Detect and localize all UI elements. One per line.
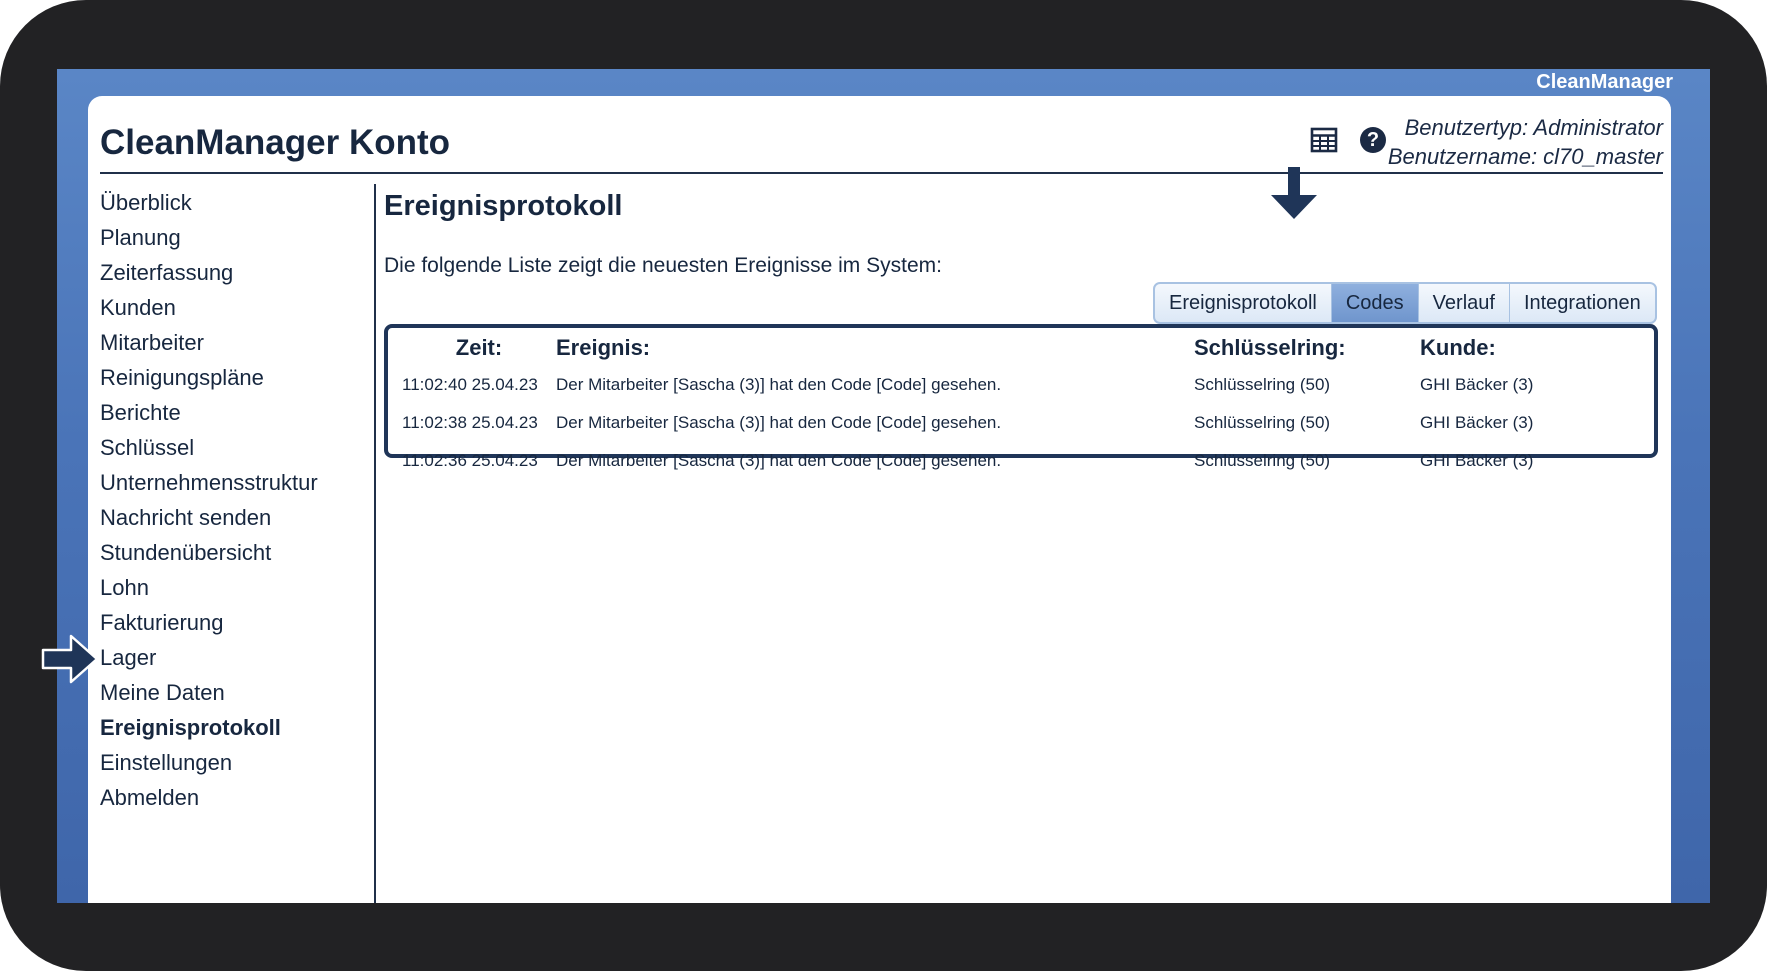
- intro-text: Die folgende Liste zeigt die neuesten Er…: [384, 254, 942, 277]
- tab-ereignisprotokoll[interactable]: Ereignisprotokoll: [1155, 284, 1331, 322]
- cell-event: Der Mitarbeiter [Sascha (3)] hat den Cod…: [556, 375, 1002, 394]
- tab-codes[interactable]: Codes: [1330, 284, 1418, 322]
- sidebar-item-nachricht-senden[interactable]: Nachricht senden: [100, 500, 360, 535]
- sidebar-divider: [374, 184, 376, 903]
- cell-time: 11:02:36 25.04.23: [402, 451, 538, 470]
- sidebar-item-lohn[interactable]: Lohn: [100, 570, 360, 605]
- table-row[interactable]: 11:02:36 25.04.23 Der Mitarbeiter [Sascha…: [388, 442, 1654, 480]
- sidebar-item-lager[interactable]: Lager: [100, 640, 360, 675]
- sidebar-nav: Überblick Planung Zeiterfassung Kunden Mitar…: [100, 185, 360, 815]
- sidebar-item-einstellungen[interactable]: Einstellungen: [100, 745, 360, 780]
- sidebar-item-fakturierung[interactable]: Fakturierung: [100, 605, 360, 640]
- user-type: Benutzertyp: Administrator: [1404, 115, 1663, 140]
- events-table: Zeit: Ereignis: Schlüsselring: Kunde: 11…: [384, 324, 1658, 470]
- sidebar-item-reinigungsplaene[interactable]: Reinigungspläne: [100, 360, 360, 395]
- column-header-customer: Kunde:: [1420, 335, 1496, 360]
- page-title: CleanManager Konto: [100, 123, 451, 162]
- sidebar-item-mitarbeiter[interactable]: Mitarbeiter: [100, 325, 360, 360]
- sidebar-item-unternehmensstruktur[interactable]: Unternehmensstruktur: [100, 465, 360, 500]
- arrow-down-icon: [1271, 167, 1317, 219]
- column-header-time: Zeit:: [455, 335, 503, 360]
- cell-time: 11:02:40 25.04.23: [402, 375, 538, 394]
- cell-event: Der Mitarbeiter [Sascha (3)] hat den Cod…: [556, 413, 1002, 432]
- header-divider: [100, 172, 1663, 174]
- table-row[interactable]: 11:02:40 25.04.23 Der Mitarbeiter [Sascha…: [388, 366, 1654, 404]
- column-header-keyring: Schlüsselring:: [1194, 335, 1346, 360]
- table-icon[interactable]: [1310, 126, 1338, 154]
- cell-customer: GHI Bäcker (3): [1420, 451, 1534, 470]
- section-title: Ereignisprotokoll: [384, 190, 623, 222]
- column-header-event: Ereignis:: [556, 335, 651, 360]
- sidebar-item-abmelden[interactable]: Abmelden: [100, 780, 360, 815]
- cell-keyring: Schlüsselring (50): [1194, 451, 1331, 470]
- cell-customer: GHI Bäcker (3): [1420, 413, 1534, 432]
- account-panel: CleanManager Konto ? Benutzertyp: Admini…: [88, 96, 1671, 903]
- sidebar-item-schluessel[interactable]: Schlüssel: [100, 430, 360, 465]
- sidebar-item-kunden[interactable]: Kunden: [100, 290, 360, 325]
- tab-verlauf[interactable]: Verlauf: [1417, 284, 1509, 322]
- tab-bar: Ereignisprotokoll Codes Verlauf Integration…: [1153, 282, 1657, 324]
- arrow-right-icon: [41, 634, 99, 684]
- tab-integrationen[interactable]: Integrationen: [1508, 284, 1655, 322]
- cell-keyring: Schlüsselring (50): [1194, 375, 1331, 394]
- cell-keyring: Schlüsselring (50): [1194, 413, 1331, 432]
- table-header-row: Zeit: Ereignis: Schlüsselring: Kunde:: [388, 328, 1654, 366]
- sidebar-item-meine-daten[interactable]: Meine Daten: [100, 675, 360, 710]
- sidebar-item-stundenuebersicht[interactable]: Stundenübersicht: [100, 535, 360, 570]
- user-info: Benutzertyp: Administrator Benutzername:…: [1388, 113, 1663, 171]
- app-window: CleanManager CleanManager Konto ? Benutz…: [57, 69, 1710, 903]
- cell-time: 11:02:38 25.04.23: [402, 413, 538, 432]
- sidebar-item-ereignisprotokoll[interactable]: Ereignisprotokoll: [100, 710, 360, 745]
- sidebar-item-zeiterfassung[interactable]: Zeiterfassung: [100, 255, 360, 290]
- cell-event: Der Mitarbeiter [Sascha (3)] hat den Cod…: [556, 451, 1002, 470]
- table-row[interactable]: 11:02:38 25.04.23 Der Mitarbeiter [Sascha…: [388, 404, 1654, 442]
- user-name: Benutzername: cl70_master: [1387, 144, 1663, 169]
- cell-customer: GHI Bäcker (3): [1420, 375, 1534, 394]
- help-icon[interactable]: ?: [1360, 127, 1386, 153]
- sidebar-item-planung[interactable]: Planung: [100, 220, 360, 255]
- device-frame: CleanManager CleanManager Konto ? Benutz…: [0, 0, 1767, 971]
- brand-label: CleanManager: [1536, 71, 1673, 93]
- sidebar-item-ueberblick[interactable]: Überblick: [100, 185, 360, 220]
- sidebar-item-berichte[interactable]: Berichte: [100, 395, 360, 430]
